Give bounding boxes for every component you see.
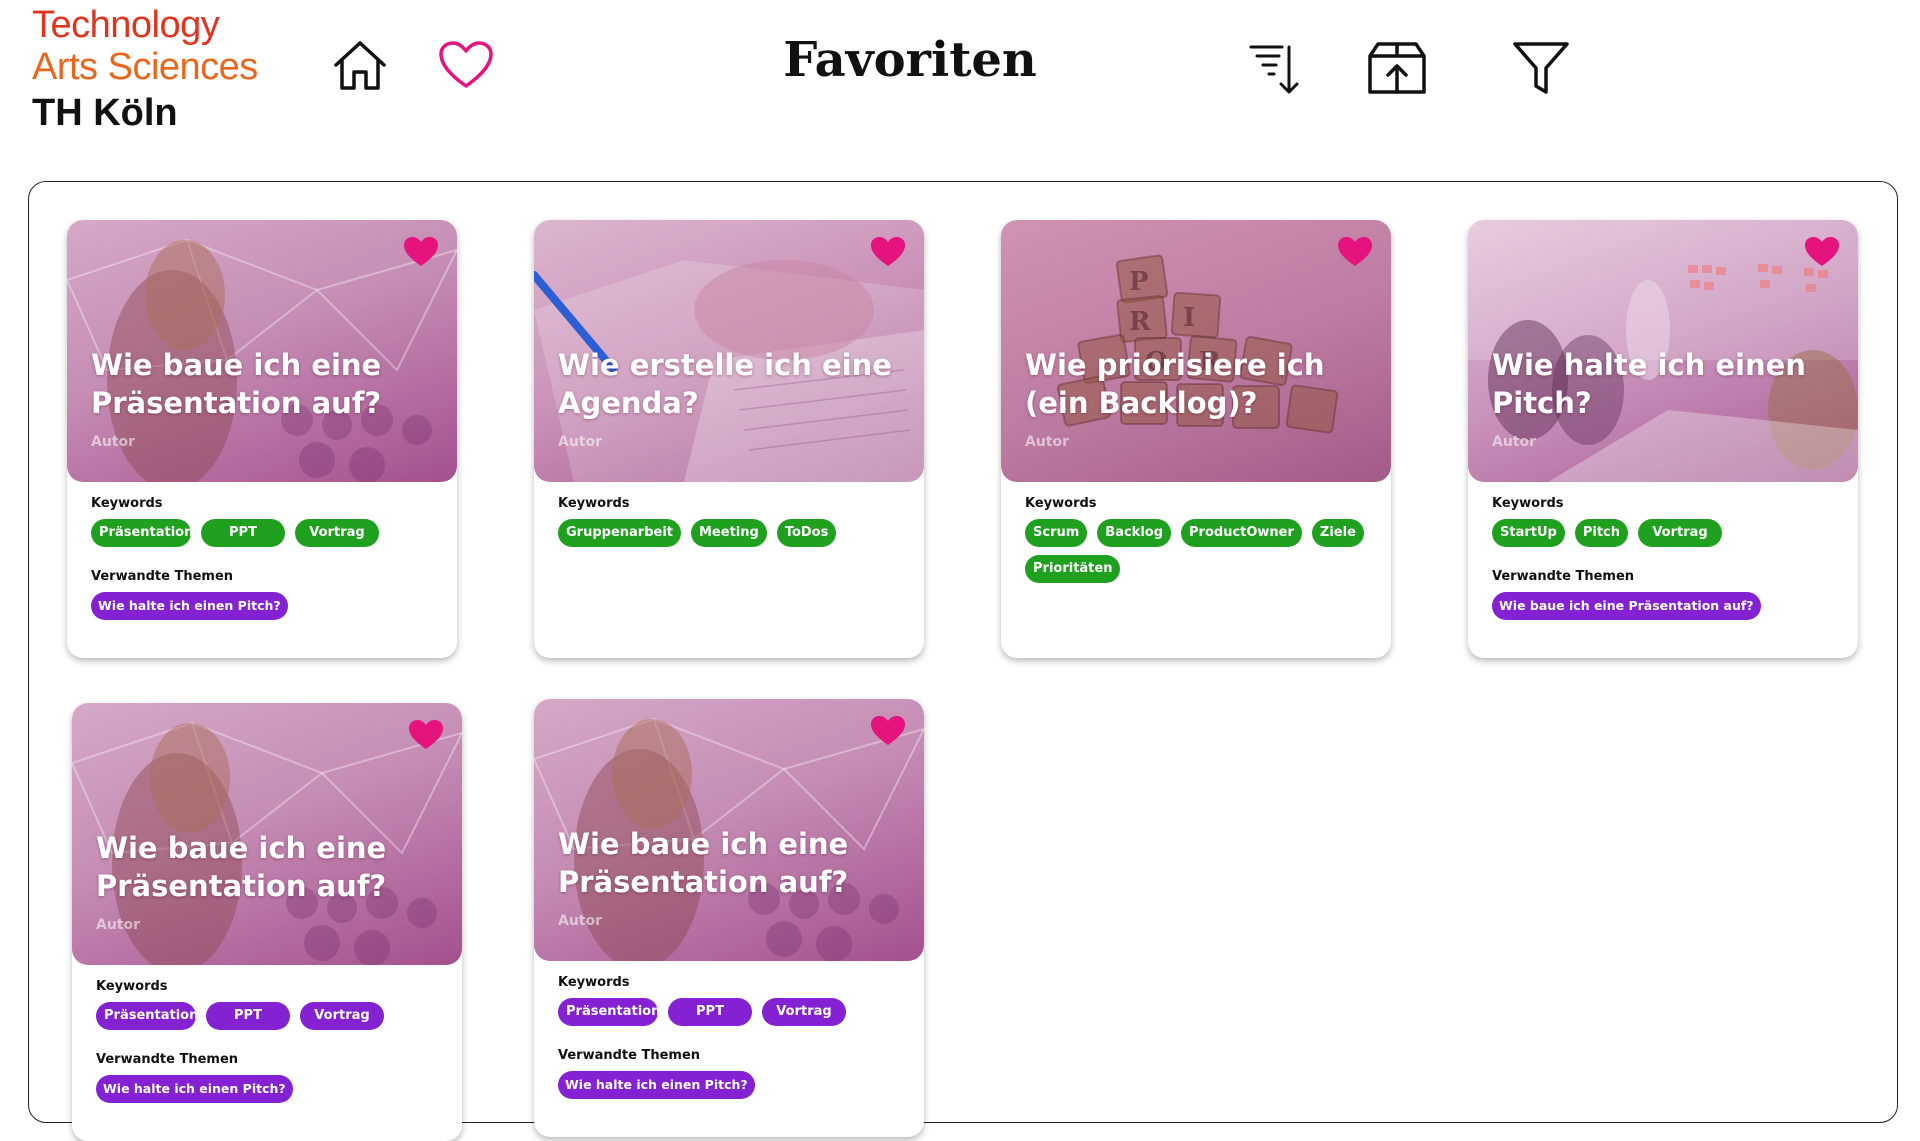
card-author: Autor: [1492, 434, 1537, 450]
page-title: Favoriten: [783, 32, 1037, 88]
keyword-chip[interactable]: Vortrag: [1638, 519, 1723, 547]
keyword-list: Präsentation PPT Vortrag: [96, 1002, 438, 1030]
related-topics-list: Wie halte ich einen Pitch?: [558, 1071, 900, 1099]
keyword-chip[interactable]: PPT: [206, 1002, 290, 1030]
card-title: Wie priorisiere ich (ein Backlog)?: [1025, 348, 1325, 420]
svg-text:P: P: [1129, 267, 1149, 297]
card-author: Autor: [1025, 434, 1070, 450]
related-topic-chip[interactable]: Wie halte ich einen Pitch?: [91, 592, 288, 620]
card-image: Wie baue ich eine Präsentation auf? Auto…: [534, 699, 924, 961]
keyword-chip[interactable]: StartUp: [1492, 519, 1565, 547]
topic-card[interactable]: Wie baue ich eine Präsentation auf? Auto…: [67, 220, 457, 658]
related-topics-label: Verwandte Themen: [558, 1048, 701, 1063]
related-topics-label: Verwandte Themen: [1492, 569, 1635, 584]
export-box-icon[interactable]: [1366, 40, 1428, 98]
keyword-chip[interactable]: Prioritäten: [1025, 555, 1121, 583]
keywords-label: Keywords: [1025, 496, 1097, 511]
logo-line-th-koeln: TH Köln: [32, 92, 178, 134]
keyword-chip[interactable]: Präsentation: [91, 519, 193, 547]
topic-card[interactable]: Wie halte ich einen Pitch? Autor Keyword…: [1468, 220, 1858, 658]
favorite-heart-icon[interactable]: [403, 236, 439, 268]
related-topics-label: Verwandte Themen: [96, 1052, 239, 1067]
related-topics-list: Wie baue ich eine Präsentation auf?: [1492, 592, 1834, 620]
card-author: Autor: [91, 434, 136, 450]
keywords-label: Keywords: [558, 975, 630, 990]
home-icon[interactable]: [332, 38, 388, 92]
card-title: Wie baue ich eine Präsentation auf?: [558, 827, 849, 899]
favorite-heart-icon[interactable]: [408, 719, 444, 751]
keyword-chip[interactable]: Scrum: [1025, 519, 1088, 547]
topic-card[interactable]: Wie erstelle ich eine Agenda? Autor Keyw…: [534, 220, 924, 658]
keyword-list: Gruppenarbeit Meeting ToDos: [558, 519, 900, 547]
related-topic-chip[interactable]: Wie halte ich einen Pitch?: [96, 1075, 293, 1103]
keyword-chip[interactable]: ToDos: [776, 519, 837, 547]
card-image: Wie halte ich einen Pitch? Autor: [1468, 220, 1858, 482]
keyword-chip[interactable]: Pitch: [1574, 519, 1629, 547]
heart-outline-icon[interactable]: [438, 40, 494, 90]
favorite-heart-icon[interactable]: [870, 715, 906, 747]
keyword-chip[interactable]: Vortrag: [295, 519, 379, 547]
keyword-list: Scrum Backlog ProductOwner Ziele Priorit…: [1025, 519, 1367, 583]
keywords-label: Keywords: [96, 979, 168, 994]
svg-text:I: I: [1183, 303, 1195, 333]
related-topic-chip[interactable]: Wie halte ich einen Pitch?: [558, 1071, 755, 1099]
related-topics-list: Wie halte ich einen Pitch?: [96, 1075, 438, 1103]
keyword-chip[interactable]: Vortrag: [762, 998, 846, 1026]
topic-card[interactable]: Wie baue ich eine Präsentation auf? Auto…: [72, 703, 462, 1141]
card-author: Autor: [558, 434, 603, 450]
keyword-chip[interactable]: Backlog: [1097, 519, 1172, 547]
related-topic-chip[interactable]: Wie baue ich eine Präsentation auf?: [1492, 592, 1761, 620]
card-image: PRI OR Wie priorisiere ich (ein Backlog)…: [1001, 220, 1391, 482]
keyword-chip[interactable]: PPT: [201, 519, 285, 547]
keyword-list: StartUp Pitch Vortrag: [1492, 519, 1834, 547]
topic-card[interactable]: Wie baue ich eine Präsentation auf? Auto…: [534, 699, 924, 1137]
card-image: Wie baue ich eine Präsentation auf? Auto…: [72, 703, 462, 965]
card-image: Wie baue ich eine Präsentation auf? Auto…: [67, 220, 457, 482]
card-author: Autor: [96, 917, 141, 933]
keyword-chip[interactable]: Gruppenarbeit: [558, 519, 681, 547]
related-topics-label: Verwandte Themen: [91, 569, 234, 584]
favorite-heart-icon[interactable]: [870, 236, 906, 268]
keyword-chip[interactable]: ProductOwner: [1181, 519, 1302, 547]
topic-card[interactable]: PRI OR Wie priorisiere ich (ein Backlog)…: [1001, 220, 1391, 658]
related-topics-list: Wie halte ich einen Pitch?: [91, 592, 433, 620]
keyword-chip[interactable]: Ziele: [1311, 519, 1364, 547]
sort-descending-icon[interactable]: [1248, 42, 1304, 96]
favorite-heart-icon[interactable]: [1804, 236, 1840, 268]
keyword-chip[interactable]: PPT: [668, 998, 752, 1026]
card-image: Wie erstelle ich eine Agenda? Autor: [534, 220, 924, 482]
filter-icon[interactable]: [1512, 40, 1570, 96]
keyword-chip[interactable]: Präsentation: [558, 998, 660, 1026]
keyword-chip[interactable]: Vortrag: [300, 1002, 384, 1030]
keyword-list: Präsentation PPT Vortrag: [558, 998, 900, 1026]
svg-text:R: R: [1129, 307, 1151, 337]
keyword-chip[interactable]: Präsentation: [96, 1002, 198, 1030]
keyword-chip[interactable]: Meeting: [691, 519, 767, 547]
favorite-heart-icon[interactable]: [1337, 236, 1373, 268]
card-title: Wie erstelle ich eine Agenda?: [558, 348, 892, 420]
card-author: Autor: [558, 913, 603, 929]
th-koeln-logo[interactable]: Technology Arts Sciences TH Köln: [32, 6, 258, 132]
keywords-label: Keywords: [1492, 496, 1564, 511]
keywords-label: Keywords: [558, 496, 630, 511]
card-title: Wie baue ich eine Präsentation auf?: [91, 348, 382, 420]
logo-line-technology: Technology: [32, 4, 220, 46]
keyword-list: Präsentation PPT Vortrag: [91, 519, 433, 547]
logo-line-arts-sciences: Arts Sciences: [32, 46, 258, 88]
card-title: Wie halte ich einen Pitch?: [1492, 348, 1806, 420]
card-title: Wie baue ich eine Präsentation auf?: [96, 831, 387, 903]
keywords-label: Keywords: [91, 496, 163, 511]
favorites-board: Wie baue ich eine Präsentation auf? Auto…: [28, 181, 1898, 1141]
